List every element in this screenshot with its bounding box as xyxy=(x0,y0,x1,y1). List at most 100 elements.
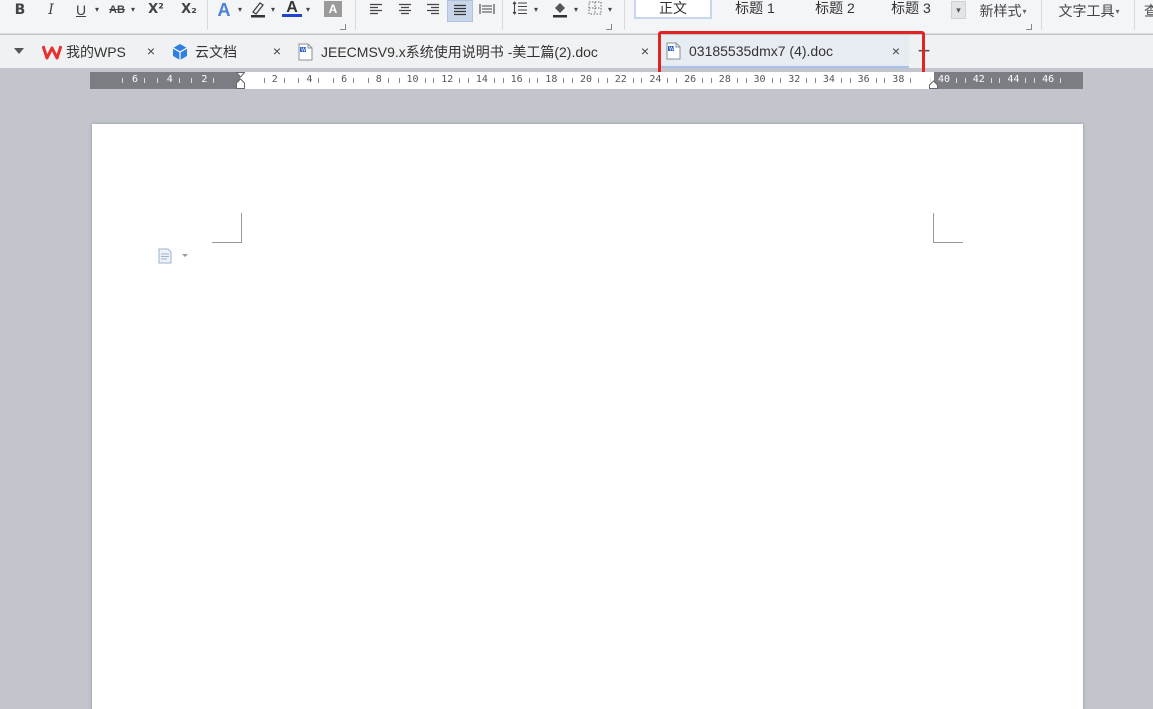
document-page[interactable] xyxy=(92,124,1083,709)
underline-button[interactable]: U xyxy=(72,0,90,20)
new-style-button[interactable]: 新样式▾ xyxy=(972,0,1034,22)
tab-my-wps[interactable]: 我的WPS × xyxy=(38,35,166,68)
ruler-tick xyxy=(156,78,158,83)
ruler-number: 6 xyxy=(132,74,139,85)
ruler-tick xyxy=(367,78,369,83)
border-grid-icon[interactable] xyxy=(586,0,604,20)
bold-button[interactable]: B xyxy=(10,0,30,20)
highlight-pen-icon[interactable] xyxy=(248,0,268,20)
ruler-tick xyxy=(632,78,634,83)
new-style-label: 新样式 xyxy=(979,3,1022,19)
separator xyxy=(502,0,503,30)
cloud-doc-cube-icon xyxy=(171,43,189,61)
char-shading-button[interactable]: A xyxy=(324,1,342,17)
ruler-tick xyxy=(333,78,335,83)
new-style-dropdown-icon: ▾ xyxy=(1022,7,1027,17)
ruler-tick xyxy=(710,78,712,83)
ruler-tick xyxy=(144,78,145,83)
ruler-tick xyxy=(875,78,877,83)
superscript-button[interactable]: X² xyxy=(145,0,167,20)
line-spacing-dropdown-icon[interactable]: ▾ xyxy=(531,0,541,20)
align-left-icon[interactable] xyxy=(366,0,386,20)
tab-label: 云文档 xyxy=(195,43,237,60)
close-tab-icon[interactable]: × xyxy=(638,44,652,58)
ruler-tick xyxy=(502,78,504,83)
ruler-tick xyxy=(353,78,355,83)
new-tab-button[interactable]: + xyxy=(914,40,934,62)
ruler-tick xyxy=(318,78,320,83)
styles-dialog-launcher-icon[interactable] xyxy=(1026,24,1032,30)
tab-label: 03185535dmx7 (4).doc xyxy=(689,42,833,59)
ruler-tick xyxy=(849,78,851,83)
ruler-number: 38 xyxy=(892,74,905,85)
word-doc-icon: W xyxy=(297,43,315,61)
font-dialog-launcher-icon[interactable] xyxy=(340,24,346,30)
ruler-tick xyxy=(537,78,539,83)
ruler-tick xyxy=(1034,78,1036,83)
ruler-number: 18 xyxy=(545,74,558,85)
text-tools-button[interactable]: 文字工具▾ xyxy=(1050,0,1128,22)
paragraph-dialog-launcher-icon[interactable] xyxy=(606,24,612,30)
align-right-icon[interactable] xyxy=(423,0,443,20)
justify-icon[interactable] xyxy=(447,0,473,22)
wps-logo-icon xyxy=(41,43,63,61)
italic-button[interactable]: I xyxy=(42,0,60,20)
ruler-number: 32 xyxy=(788,74,801,85)
ruler-number: 6 xyxy=(341,74,348,85)
ruler-tick xyxy=(467,78,469,83)
underline-dropdown-icon[interactable]: ▾ xyxy=(91,0,103,20)
ruler-number: 16 xyxy=(510,74,523,85)
ruler-tick xyxy=(563,78,565,83)
tab-current-document[interactable]: W 03185535dmx7 (4).doc × xyxy=(661,35,909,68)
ruler-number: 40 xyxy=(938,74,951,85)
text-effect-button[interactable]: A xyxy=(214,0,234,20)
tab-jeecms-manual[interactable]: W JEECMSV9.x系统使用说明书 -美工篇(2).doc × xyxy=(293,35,659,68)
highlight-dropdown-icon[interactable]: ▾ xyxy=(268,0,278,20)
ruler-tick xyxy=(702,78,704,83)
ruler-tick xyxy=(387,78,389,83)
style-heading-2[interactable]: 标题 2 xyxy=(796,0,874,19)
ruler-tick xyxy=(956,78,957,83)
close-tab-icon[interactable]: × xyxy=(889,44,903,58)
ruler-number: 4 xyxy=(306,74,313,85)
ruler-tick xyxy=(191,78,193,83)
tab-list-menu-icon[interactable] xyxy=(14,48,24,54)
right-indent-icon[interactable] xyxy=(929,72,938,89)
separator xyxy=(355,0,356,30)
style-heading-3[interactable]: 标题 3 xyxy=(876,0,946,19)
separator xyxy=(207,0,208,30)
ruler-tick xyxy=(528,78,530,83)
text-tools-dropdown-icon: ▾ xyxy=(1115,7,1120,17)
svg-text:W: W xyxy=(301,47,306,53)
ruler-tick xyxy=(606,78,608,83)
close-tab-icon[interactable]: × xyxy=(144,44,158,58)
style-normal[interactable]: 正文 xyxy=(634,0,712,19)
style-heading-1[interactable]: 标题 1 xyxy=(716,0,794,19)
line-spacing-icon[interactable] xyxy=(510,0,530,20)
ruler-tick xyxy=(433,78,435,83)
shading-bucket-icon[interactable] xyxy=(549,0,571,20)
border-dropdown-icon[interactable]: ▾ xyxy=(605,0,615,20)
shading-dropdown-icon[interactable]: ▾ xyxy=(571,0,581,20)
align-center-icon[interactable] xyxy=(395,0,415,20)
find-button[interactable]: 查 xyxy=(1144,0,1153,22)
svg-text:W: W xyxy=(669,46,674,52)
style-gallery-more-icon[interactable]: ▾ xyxy=(951,1,966,19)
ruler-tick xyxy=(263,78,265,83)
ruler-tick xyxy=(122,78,123,83)
tab-cloud-docs[interactable]: 云文档 × xyxy=(167,35,292,68)
strikethrough-button[interactable]: AB xyxy=(106,0,128,20)
font-color-dropdown-icon[interactable]: ▾ xyxy=(303,0,313,20)
ruler-number: 30 xyxy=(753,74,766,85)
ruler-tick xyxy=(840,78,842,83)
horizontal-ruler[interactable]: 6 4 2 2 4 6 8 10 12 14 16 18 20 22 24 26 28 30 32 34 36 38 40 4… xyxy=(90,72,1083,89)
text-effect-dropdown-icon[interactable]: ▾ xyxy=(235,0,245,20)
subscript-button[interactable]: X₂ xyxy=(178,0,200,20)
font-color-button[interactable]: A xyxy=(282,0,302,17)
strikethrough-dropdown-icon[interactable]: ▾ xyxy=(128,0,138,20)
distribute-icon[interactable] xyxy=(477,0,497,20)
paragraph-layout-icon[interactable] xyxy=(158,248,192,264)
ruler-tick xyxy=(641,78,643,83)
first-line-indent-icon[interactable] xyxy=(236,72,245,89)
close-tab-icon[interactable]: × xyxy=(270,44,284,58)
